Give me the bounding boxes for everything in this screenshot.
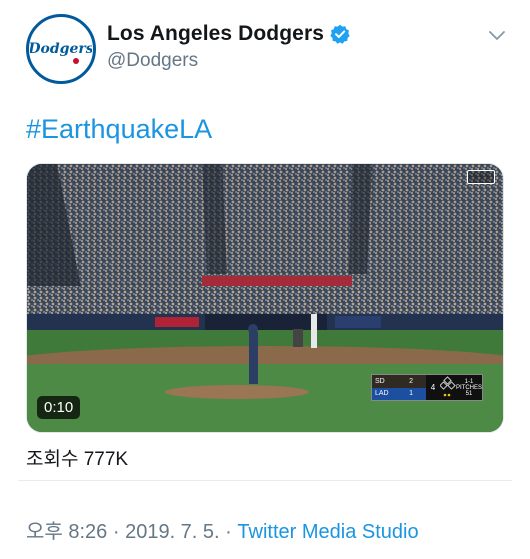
- home-team-abbr: LAD: [375, 390, 389, 398]
- tweet-metadata: 오후 8:26 · 2019. 7. 5. · Twitter Media St…: [26, 515, 419, 544]
- views-label: 조회수: [26, 449, 79, 470]
- scorebug: SD 2 LAD 1 4 1-1 PITCHES 51: [371, 374, 483, 401]
- separator: ·: [107, 521, 126, 543]
- dodgers-logo-icon: Dodgers: [30, 20, 92, 78]
- avatar[interactable]: Dodgers: [26, 14, 96, 84]
- name-row: Los Angeles Dodgers: [107, 22, 350, 46]
- mlb-logo-icon: [467, 170, 495, 184]
- tweet-source-link[interactable]: Twitter Media Studio: [237, 521, 418, 543]
- chevron-down-icon[interactable]: [488, 29, 506, 43]
- scorebug-home-row: LAD 1: [372, 387, 426, 400]
- scorebug-count: 1-1 PITCHES 51: [455, 375, 482, 400]
- away-team-score: 2: [409, 377, 413, 385]
- scorebug-away-row: SD 2: [372, 375, 426, 388]
- tweet-time[interactable]: 오후 8:26: [26, 521, 107, 543]
- video-duration-badge: 0:10: [37, 396, 81, 419]
- verified-badge-icon: [330, 24, 350, 44]
- separator: ·: [219, 521, 238, 543]
- tweet-header: Dodgers Los Angeles Dodgers @Dodgers: [0, 0, 530, 96]
- account-handle[interactable]: @Dodgers: [107, 50, 198, 72]
- tweet-date[interactable]: 2019. 7. 5.: [125, 521, 220, 543]
- divider: [18, 480, 512, 481]
- scorebug-teams: SD 2 LAD 1: [372, 375, 426, 400]
- views-value: 777K: [83, 449, 129, 470]
- scorebug-inning: 4: [425, 375, 440, 400]
- svg-text:Dodgers: Dodgers: [30, 41, 92, 57]
- home-team-score: 1: [409, 390, 413, 398]
- video-player[interactable]: SD 2 LAD 1 4 1-1 PITCHES 51 0:10: [26, 163, 504, 433]
- view-count: 조회수 777K: [26, 444, 128, 471]
- bases-diamond-icon: [439, 375, 456, 400]
- pitch-count: 51: [465, 390, 473, 397]
- display-name[interactable]: Los Angeles Dodgers: [107, 22, 324, 46]
- hashtag-link[interactable]: #EarthquakeLA: [26, 114, 212, 145]
- away-team-abbr: SD: [375, 377, 385, 385]
